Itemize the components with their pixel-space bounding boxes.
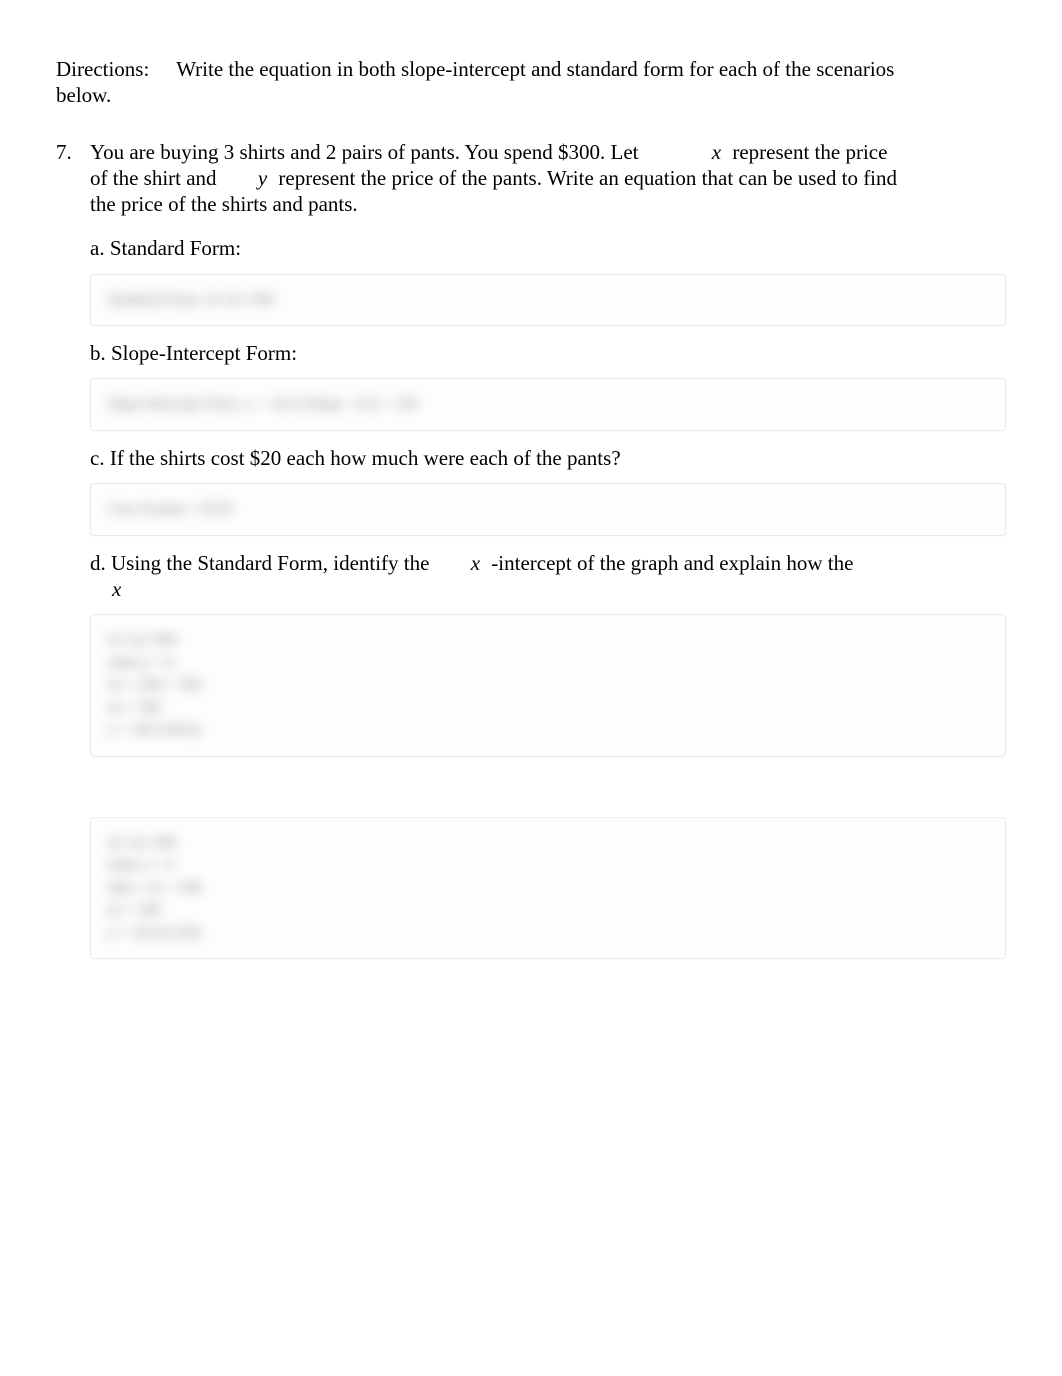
problem-number: 7. bbox=[56, 139, 90, 970]
part-b-answer-box: Slope-Intercept Form: y = -3x/2 (Slope: … bbox=[90, 378, 1006, 431]
variable-x: x bbox=[644, 140, 727, 164]
problem-text-part1: You are buying 3 shirts and 2 pairs of p… bbox=[90, 140, 639, 164]
part-c-hidden-answer: Cost of pants = $120 bbox=[107, 498, 989, 521]
directions-block: Directions: Write the equation in both s… bbox=[56, 56, 936, 109]
part-b-label: b. Slope-Intercept Form: bbox=[90, 340, 1006, 366]
problem-text: You are buying 3 shirts and 2 pairs of p… bbox=[90, 139, 910, 218]
directions-text: Write the equation in both slope-interce… bbox=[56, 57, 894, 107]
part-d-label-part1: d. Using the Standard Form, identify the bbox=[90, 551, 429, 575]
part-a-label: a. Standard Form: bbox=[90, 235, 1006, 261]
part-d-answer-box: 3x+2y=300 when y = 0 3x + 2(0) = 300 3x … bbox=[90, 614, 1006, 757]
part-d-var-x: x bbox=[435, 551, 486, 575]
part-d-hidden-answer: 3x+2y=300 when y = 0 3x + 2(0) = 300 3x … bbox=[107, 629, 989, 742]
part-e-hidden-answer: 3x+2y=300 when x = 0 3(0) + 2y = 300 2y … bbox=[107, 832, 989, 945]
variable-y: y bbox=[222, 166, 273, 190]
part-a-hidden-answer: Standard Form: 3x+2y=300 bbox=[107, 289, 989, 312]
part-c-label: c. If the shirts cost $20 each how much … bbox=[90, 445, 1006, 471]
part-a: a. Standard Form: Standard Form: 3x+2y=3… bbox=[90, 235, 1006, 326]
part-e-answer-box: 3x+2y=300 when x = 0 3(0) + 2y = 300 2y … bbox=[90, 817, 1006, 960]
problem-7: 7. You are buying 3 shirts and 2 pairs o… bbox=[56, 139, 1006, 970]
directions-label: Directions: bbox=[56, 57, 171, 81]
part-e: 3x+2y=300 when x = 0 3(0) + 2y = 300 2y … bbox=[90, 817, 1006, 960]
part-d-label: d. Using the Standard Form, identify the… bbox=[90, 550, 1006, 603]
problem-content: You are buying 3 shirts and 2 pairs of p… bbox=[90, 139, 1006, 970]
part-a-answer-box: Standard Form: 3x+2y=300 bbox=[90, 274, 1006, 327]
part-c-answer-box: Cost of pants = $120 bbox=[90, 483, 1006, 536]
part-d: d. Using the Standard Form, identify the… bbox=[90, 550, 1006, 757]
part-c: c. If the shirts cost $20 each how much … bbox=[90, 445, 1006, 536]
part-d-var-x2: x bbox=[112, 577, 125, 601]
part-b-hidden-answer: Slope-Intercept Form: y = -3x/2 (Slope: … bbox=[107, 393, 989, 416]
part-d-label-part2: -intercept of the graph and explain how … bbox=[491, 551, 853, 575]
part-b: b. Slope-Intercept Form: Slope-Intercept… bbox=[90, 340, 1006, 431]
